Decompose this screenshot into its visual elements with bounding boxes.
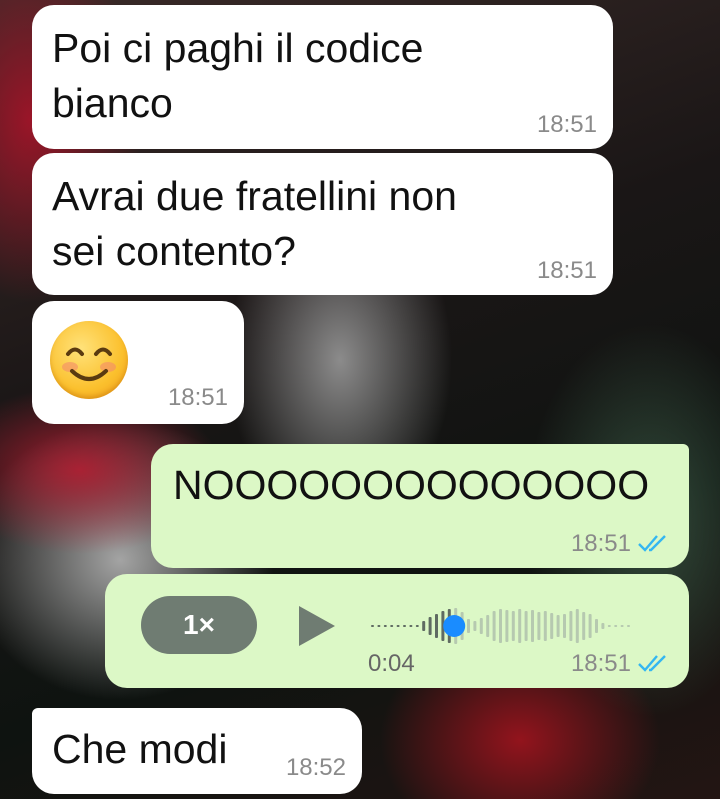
voice-waveform[interactable]	[367, 596, 667, 656]
waveform-bar	[383, 625, 387, 627]
playback-speed-button[interactable]: 1×	[141, 596, 257, 654]
waveform-bar	[492, 611, 496, 641]
waveform-bar	[518, 609, 522, 643]
waveform-bar	[435, 614, 438, 638]
waveform-bar	[550, 613, 554, 639]
waveform-bar	[569, 611, 573, 641]
waveform-bar	[607, 625, 611, 627]
message-text: Avrai due fratellini non sei contento?	[52, 173, 457, 274]
smiling-face-emoji-icon	[50, 321, 128, 399]
message-time: 18:51	[167, 384, 228, 411]
read-receipt-icon	[638, 535, 666, 552]
outgoing-message[interactable]: NOOOOOOOOOOOOOO 18:51	[151, 444, 689, 568]
message-text: NOOOOOOOOOOOOOO	[173, 462, 650, 508]
voice-duration: 0:04	[368, 650, 415, 677]
message-time: 18:51	[536, 111, 597, 138]
waveform-bar	[620, 625, 624, 627]
waveform-bar	[467, 619, 470, 633]
message-time: 18:52	[285, 754, 346, 781]
waveform-bar	[390, 625, 394, 627]
waveform-bar	[479, 618, 483, 634]
waveform-bar	[511, 611, 515, 641]
waveform-bar	[627, 625, 630, 627]
waveform-bar	[575, 609, 579, 643]
message-text: Poi ci paghi il codice bianco	[52, 25, 424, 126]
waveform-bar	[582, 612, 586, 640]
message-time: 18:51	[536, 257, 597, 284]
play-icon[interactable]	[297, 604, 337, 648]
waveform-bar	[409, 625, 413, 627]
waveform-bar	[563, 614, 566, 638]
waveform-bar	[473, 621, 477, 631]
waveform-bar	[614, 625, 618, 627]
waveform-bar	[595, 619, 598, 633]
waveform-bar	[543, 611, 547, 641]
waveform-bar	[601, 623, 605, 629]
waveform-bar	[524, 611, 528, 641]
waveform-bar	[377, 625, 381, 627]
waveform-bar	[537, 612, 541, 640]
waveform-bar	[403, 625, 406, 627]
waveform-bar	[505, 610, 509, 642]
playback-position-dot[interactable]	[443, 615, 466, 637]
waveform-bar	[371, 625, 374, 627]
waveform-bar	[428, 617, 432, 635]
waveform-bar	[415, 625, 419, 627]
waveform-bar	[531, 610, 534, 642]
waveform-bar	[396, 625, 400, 627]
incoming-message[interactable]: Poi ci paghi il codice bianco 18:51	[32, 5, 613, 149]
incoming-message[interactable]: Avrai due fratellini non sei contento? 1…	[32, 153, 613, 295]
incoming-message[interactable]: Che modi 18:52	[32, 708, 362, 794]
waveform-bar	[556, 615, 560, 637]
message-text: Che modi	[52, 726, 228, 772]
outgoing-voice-message[interactable]: 1× 0:04 18:51	[105, 574, 689, 688]
waveform-bar	[486, 615, 490, 637]
incoming-emoji-message[interactable]: 18:51	[32, 301, 244, 424]
message-time: 18:51	[570, 650, 631, 677]
waveform-bar	[422, 621, 426, 631]
waveform-bar	[588, 614, 592, 638]
message-time: 18:51	[570, 530, 631, 557]
read-receipt-icon	[638, 655, 666, 672]
waveform-bar	[499, 609, 502, 643]
